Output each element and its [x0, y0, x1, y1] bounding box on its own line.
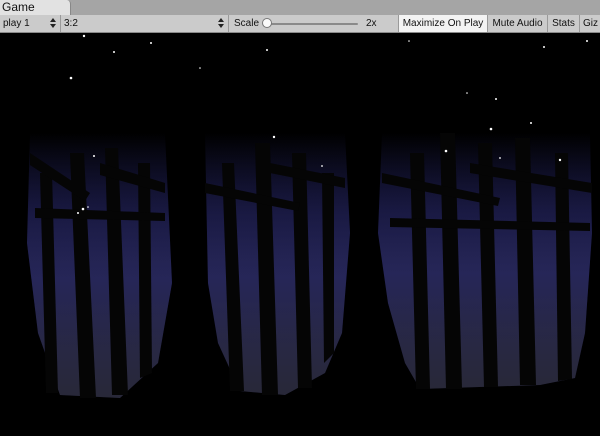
mute-audio-label: Mute Audio — [492, 18, 543, 29]
scale-slider-thumb[interactable] — [262, 18, 272, 28]
display-dropdown[interactable]: play 1 — [0, 15, 61, 32]
scale-label: Scale — [234, 18, 260, 29]
maximize-on-play-toggle[interactable]: Maximize On Play — [398, 15, 487, 32]
mute-audio-toggle[interactable]: Mute Audio — [487, 15, 547, 32]
scale-value: 2x — [366, 18, 377, 29]
aspect-dropdown[interactable]: 3:2 — [61, 15, 229, 32]
dropdown-arrows-icon — [218, 18, 224, 28]
tab-game-label: Game — [2, 0, 35, 14]
maximize-on-play-label: Maximize On Play — [402, 18, 484, 29]
stats-toggle[interactable]: Stats — [547, 15, 579, 32]
game-toolbar: play 1 3:2 Scale 2x Maximize On Play Mut… — [0, 15, 600, 33]
forest-cluster-middle — [205, 133, 350, 395]
scale-slider-track[interactable] — [266, 23, 358, 25]
tab-bar: Game — [0, 0, 600, 15]
tab-game[interactable]: Game — [0, 0, 71, 15]
aspect-dropdown-label: 3:2 — [64, 18, 78, 29]
forest-scene — [0, 33, 600, 431]
gizmos-label: Giz — [583, 18, 598, 29]
forest-cluster-right — [378, 133, 592, 389]
display-dropdown-label: play 1 — [3, 18, 30, 29]
game-viewport[interactable] — [0, 33, 600, 431]
stats-label: Stats — [552, 18, 575, 29]
dropdown-arrows-icon — [50, 18, 56, 28]
forest-cluster-left — [27, 133, 172, 398]
gizmos-toggle[interactable]: Giz — [579, 15, 600, 32]
